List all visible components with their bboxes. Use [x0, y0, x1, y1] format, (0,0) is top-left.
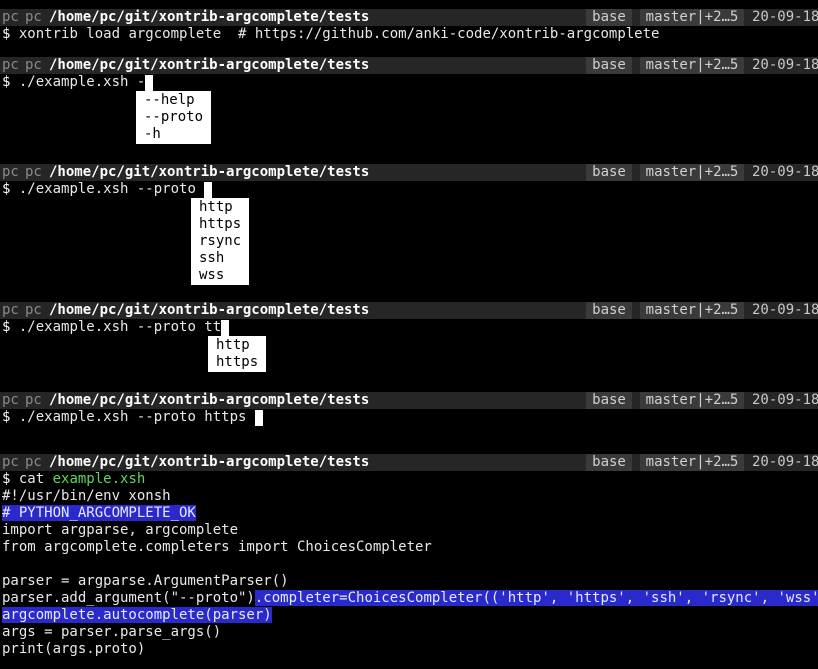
text-cursor [221, 320, 230, 336]
code-line: parser.add_argument("--proto").completer… [2, 590, 818, 607]
prompt-path: /home/pc/git/xontrib-argcomplete/tests [49, 9, 370, 25]
branch-badge: master|+2…5 [640, 164, 744, 181]
completion-item[interactable]: ssh [199, 250, 241, 267]
code-line: from argcomplete.completers import Choic… [2, 539, 432, 555]
prompt-path: /home/pc/git/xontrib-argcomplete/tests [49, 392, 370, 408]
prompt-path: /home/pc/git/xontrib-argcomplete/tests [49, 302, 370, 318]
env-badge: base [586, 392, 632, 409]
highlighted-code: argcomplete.autocomplete(parser) [2, 607, 272, 623]
prompt-host: pc [25, 454, 42, 470]
completion-item[interactable]: --help [144, 92, 203, 109]
command-text: cat [18, 471, 53, 487]
env-badge: base [586, 164, 632, 181]
completion-item[interactable]: -h [144, 126, 203, 143]
command-text: ./example.xsh --proto https [18, 409, 255, 425]
prompt-user: pc [2, 57, 19, 73]
prompt-date: 20-09-18 [752, 302, 818, 318]
highlighted-code: # PYTHON_ARGCOMPLETE_OK [2, 505, 196, 521]
completion-menu[interactable]: http https [208, 336, 267, 372]
env-badge: base [586, 9, 632, 26]
prompt-symbol: $ [2, 181, 11, 197]
prompt-date: 20-09-18 [752, 57, 818, 73]
code-line: argcomplete.autocomplete(parser) [2, 607, 272, 624]
code-line: parser = argparse.ArgumentParser() [2, 573, 289, 589]
text-cursor [204, 182, 213, 198]
prompt-bar: pc pc /home/pc/git/xontrib-argcomplete/t… [0, 57, 818, 74]
text-cursor [145, 75, 154, 91]
command-text: ./example.xsh --proto tt [18, 319, 222, 335]
completion-item[interactable]: rsync [199, 233, 241, 250]
command-line[interactable]: $ ./example.xsh --proto [2, 181, 213, 198]
completion-item[interactable]: https [199, 216, 241, 233]
prompt-user: pc [2, 392, 19, 408]
command-line: $ cat example.xsh [2, 471, 145, 488]
filename: example.xsh [52, 471, 146, 487]
prompt-bar: pc pc /home/pc/git/xontrib-argcomplete/t… [0, 392, 818, 409]
prompt-symbol: $ [2, 26, 11, 42]
completion-menu[interactable]: --help --proto -h [136, 91, 212, 144]
code-plain: parser.add_argument("--proto") [2, 590, 255, 606]
branch-badge: master|+2…5 [640, 9, 744, 26]
code-line: # PYTHON_ARGCOMPLETE_OK [2, 505, 196, 522]
env-badge: base [586, 454, 632, 471]
prompt-date: 20-09-18 [752, 454, 818, 470]
code-line: print(args.proto) [2, 641, 146, 657]
prompt-host: pc [25, 302, 42, 318]
command-line[interactable]: $ ./example.xsh --proto tt [2, 319, 230, 336]
command-line: $ xontrib load argcomplete # https://git… [2, 26, 659, 43]
env-badge: base [586, 302, 632, 319]
branch-badge: master|+2…5 [640, 454, 744, 471]
command-text: xontrib load argcomplete # https://githu… [18, 26, 660, 42]
code-line: #!/usr/bin/env xonsh [2, 488, 171, 504]
highlighted-code: .completer=ChoicesCompleter(('http', 'ht… [254, 590, 818, 606]
prompt-symbol: $ [2, 471, 11, 487]
prompt-path: /home/pc/git/xontrib-argcomplete/tests [49, 454, 370, 470]
completion-item[interactable]: http [216, 337, 258, 354]
completion-item[interactable]: http [199, 199, 241, 216]
code-line: args = parser.parse_args() [2, 624, 222, 640]
completion-item[interactable]: wss [199, 267, 241, 284]
prompt-date: 20-09-18 [752, 392, 818, 408]
command-text: ./example.xsh --proto [18, 181, 205, 197]
prompt-symbol: $ [2, 319, 11, 335]
prompt-host: pc [25, 9, 42, 25]
code-line: import argparse, argcomplete [2, 522, 239, 538]
branch-badge: master|+2…5 [640, 392, 744, 409]
command-line[interactable]: $ ./example.xsh - [2, 74, 154, 91]
branch-badge: master|+2…5 [640, 57, 744, 74]
completion-item[interactable]: https [216, 354, 258, 371]
prompt-host: pc [25, 164, 42, 180]
prompt-date: 20-09-18 [752, 9, 818, 25]
prompt-bar: pc pc /home/pc/git/xontrib-argcomplete/t… [0, 164, 818, 181]
completion-menu[interactable]: http https rsync ssh wss [191, 198, 250, 285]
prompt-bar: pc pc /home/pc/git/xontrib-argcomplete/t… [0, 454, 818, 471]
completion-item[interactable]: --proto [144, 109, 203, 126]
prompt-user: pc [2, 164, 19, 180]
prompt-symbol: $ [2, 74, 11, 90]
env-badge: base [586, 57, 632, 74]
terminal-screen[interactable]: pc pc /home/pc/git/xontrib-argcomplete/t… [0, 0, 818, 669]
prompt-user: pc [2, 9, 19, 25]
prompt-path: /home/pc/git/xontrib-argcomplete/tests [49, 57, 370, 73]
prompt-date: 20-09-18 [752, 164, 818, 180]
prompt-path: /home/pc/git/xontrib-argcomplete/tests [49, 164, 370, 180]
prompt-host: pc [25, 57, 42, 73]
prompt-symbol: $ [2, 409, 11, 425]
text-cursor [254, 410, 263, 426]
command-line[interactable]: $ ./example.xsh --proto https [2, 409, 263, 426]
prompt-user: pc [2, 302, 19, 318]
prompt-host: pc [25, 392, 42, 408]
branch-badge: master|+2…5 [640, 302, 744, 319]
prompt-bar: pc pc /home/pc/git/xontrib-argcomplete/t… [0, 9, 818, 26]
command-text: ./example.xsh - [18, 74, 146, 90]
prompt-bar: pc pc /home/pc/git/xontrib-argcomplete/t… [0, 302, 818, 319]
prompt-user: pc [2, 454, 19, 470]
